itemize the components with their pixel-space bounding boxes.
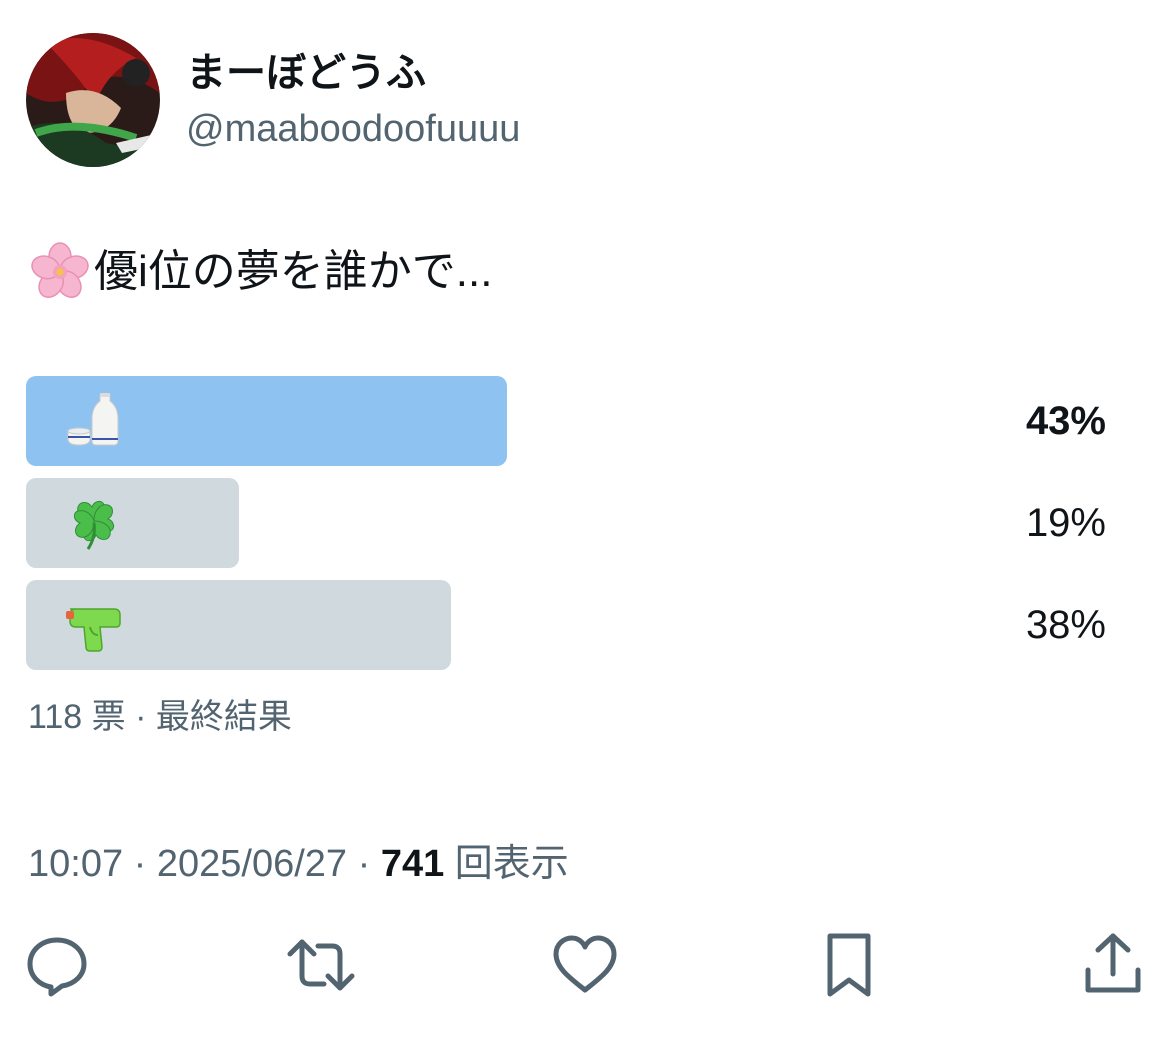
poll-option-water-pistol: 38% [26,580,1106,670]
display-name[interactable]: まーぼどうふ [186,48,426,98]
views-count: 741 [380,843,445,885]
like-icon [553,935,617,993]
bookmark-icon [827,933,871,997]
cherry-blossom-icon [28,240,92,304]
sake-icon [64,391,124,451]
tweet-timestamp: 10:07 · 2025/06/27 · 741 回表示 [28,838,569,890]
avatar[interactable] [26,33,160,167]
poll-option-sake: 43% [26,376,1106,466]
tweet-body: 優i位の夢を誰かで... [94,247,493,296]
poll-percent: 43% [1025,399,1106,443]
poll-bar [26,478,239,568]
reply-icon [27,937,87,997]
views-label: 回表示 [444,843,569,885]
poll-option-clover: 19% [26,478,1106,568]
time-date[interactable]: 10:07 · 2025/06/27 · [28,843,381,885]
four-leaf-clover-icon [64,493,124,553]
poll-percent: 38% [1025,603,1106,647]
like-button[interactable] [550,930,620,1000]
share-icon [1085,933,1141,993]
poll-percent: 19% [1025,501,1106,545]
avatar-image [26,33,160,167]
share-button[interactable] [1078,930,1148,1000]
bookmark-button[interactable] [814,930,884,1000]
water-pistol-icon [64,595,124,655]
poll-meta: 118 票 · 最終結果 [28,698,292,736]
tweet-text: 優i位の夢を誰かで... [28,240,492,304]
reply-button[interactable] [22,930,92,1000]
retweet-icon [287,939,355,991]
retweet-button[interactable] [286,930,356,1000]
user-handle[interactable]: @maaboodoofuuuu [186,106,520,152]
poll: 43% 19% 38% [26,376,1106,682]
action-bar [0,930,1170,1000]
